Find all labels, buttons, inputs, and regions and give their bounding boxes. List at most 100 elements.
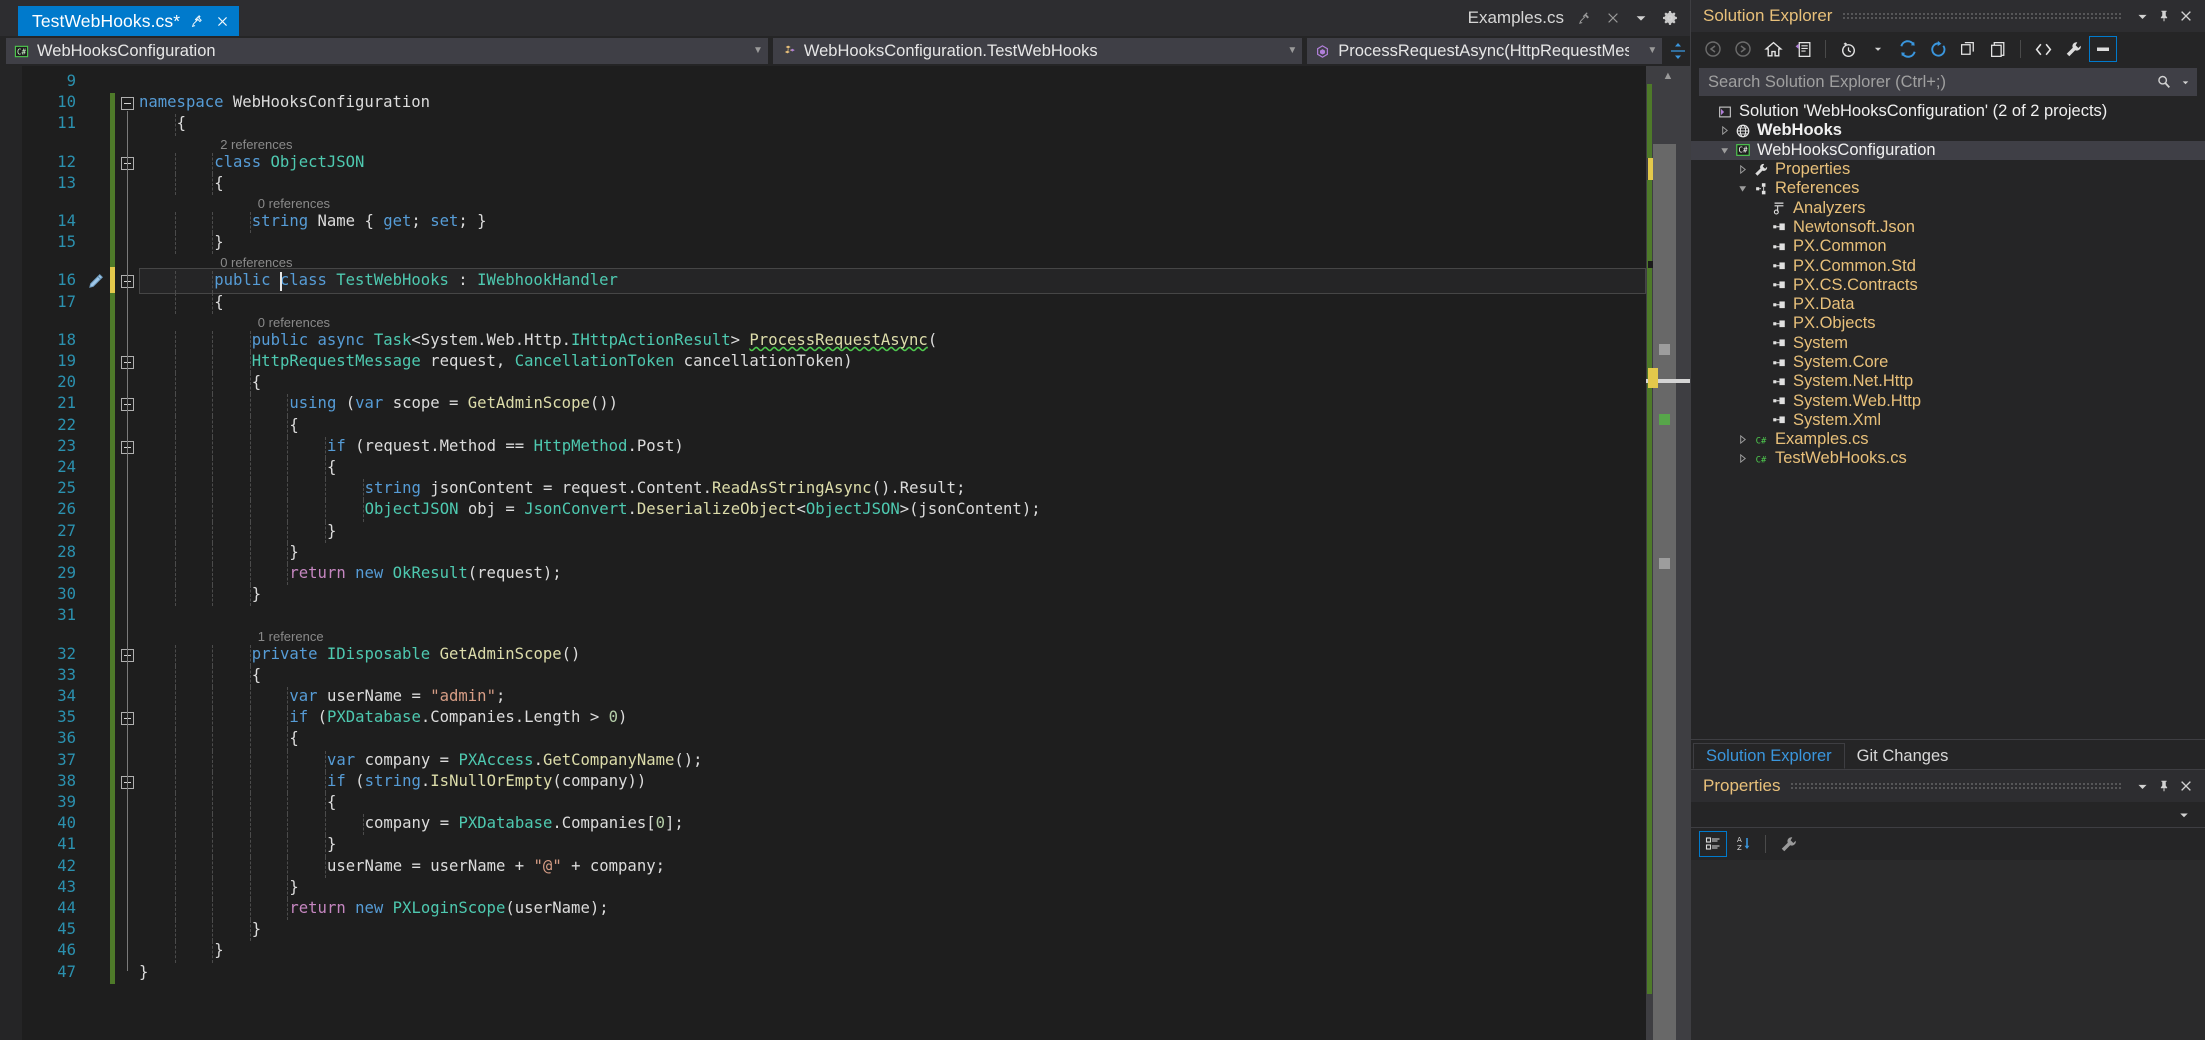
pin-icon[interactable] <box>2153 775 2175 797</box>
code-line[interactable]: { <box>289 416 298 434</box>
tree-item[interactable]: Solution 'WebHooksConfiguration' (2 of 2… <box>1691 102 2205 121</box>
code-line[interactable]: namespace WebHooksConfiguration <box>139 93 430 111</box>
drag-grip[interactable] <box>1790 782 2121 790</box>
code-line[interactable]: } <box>252 585 261 603</box>
tree-item[interactable]: C# TestWebHooks.cs <box>1691 449 2205 468</box>
code-line[interactable]: HttpRequestMessage request, Cancellation… <box>252 352 853 370</box>
code-line[interactable]: } <box>214 941 223 959</box>
properties-object-selector[interactable] <box>1691 802 2205 828</box>
tree-item[interactable]: C# WebHooksConfiguration <box>1691 140 2205 160</box>
code-line[interactable]: } <box>289 878 298 896</box>
home-icon[interactable] <box>1759 36 1787 62</box>
code-line[interactable]: } <box>139 963 148 981</box>
code-line[interactable]: if (request.Method == HttpMethod.Post) <box>327 437 684 455</box>
tree-item[interactable]: Newtonsoft.Json <box>1691 218 2205 237</box>
dropdown-icon[interactable] <box>2131 5 2153 27</box>
code-line[interactable]: private IDisposable GetAdminScope() <box>252 645 581 663</box>
expander-collapse-icon[interactable] <box>1733 184 1751 193</box>
code-line[interactable]: public class TestWebHooks : IWebhookHand… <box>214 271 618 289</box>
code-line[interactable]: string Name { get; set; } <box>252 212 487 230</box>
code-line[interactable]: var company = PXAccess.GetCompanyName(); <box>327 751 703 769</box>
alphabetical-icon[interactable]: AZ <box>1729 831 1757 857</box>
view-code-icon[interactable] <box>2029 36 2057 62</box>
properties-wrench-icon[interactable] <box>2059 36 2087 62</box>
code-folding-column[interactable] <box>117 66 139 1040</box>
editor-vertical-scrollbar[interactable]: ▲ <box>1646 66 1690 1040</box>
code-text-surface[interactable]: namespace WebHooksConfiguration {2 refere… <box>139 66 1646 1040</box>
pending-changes-icon[interactable] <box>1789 36 1817 62</box>
close-icon[interactable] <box>214 13 230 29</box>
code-line[interactable]: { <box>289 729 298 747</box>
code-line[interactable]: return new PXLoginScope(userName); <box>289 899 608 917</box>
glyph-margin[interactable] <box>84 66 110 1040</box>
code-line[interactable]: { <box>327 793 336 811</box>
tool-window-tab[interactable]: Solution Explorer <box>1693 743 1845 769</box>
collapse-all-icon[interactable] <box>1954 36 1982 62</box>
tree-item[interactable]: PX.CS.Contracts <box>1691 276 2205 295</box>
codelens-reference-count[interactable]: 0 references <box>220 255 292 270</box>
chevron-down-icon[interactable] <box>1634 11 1648 25</box>
expander-expand-icon[interactable] <box>1733 435 1751 445</box>
preview-selected-items-icon[interactable] <box>2089 36 2117 62</box>
split-view-icon[interactable] <box>1666 36 1690 66</box>
sync-with-active-document-icon[interactable] <box>1894 36 1922 62</box>
code-line[interactable]: { <box>327 458 336 476</box>
code-line[interactable]: company = PXDatabase.Companies[0]; <box>365 814 684 832</box>
codelens-reference-count[interactable]: 1 reference <box>258 629 324 644</box>
solution-tree[interactable]: Solution 'WebHooksConfiguration' (2 of 2… <box>1691 100 2205 739</box>
code-line[interactable]: } <box>327 522 336 540</box>
chevron-down-icon[interactable]: ▼ <box>743 46 763 56</box>
pin-icon[interactable] <box>1578 11 1592 25</box>
refresh-icon[interactable] <box>1924 36 1952 62</box>
show-all-files-icon[interactable] <box>1984 36 2012 62</box>
history-dropdown-icon[interactable] <box>1864 36 1892 62</box>
dropdown-icon[interactable] <box>2131 775 2153 797</box>
chevron-down-icon[interactable]: ▼ <box>1637 46 1657 56</box>
search-icon[interactable] <box>2150 69 2178 95</box>
property-pages-icon[interactable] <box>1774 831 1802 857</box>
view-history-icon[interactable] <box>1834 36 1862 62</box>
categorized-icon[interactable] <box>1699 831 1727 857</box>
tool-window-tab[interactable]: Git Changes <box>1845 743 1961 769</box>
codelens-reference-count[interactable]: 0 references <box>258 315 330 330</box>
codelens-reference-count[interactable]: 0 references <box>258 196 330 211</box>
expander-expand-icon[interactable] <box>1715 126 1733 136</box>
code-line[interactable]: if (string.IsNullOrEmpty(company)) <box>327 772 646 790</box>
code-line[interactable]: { <box>252 373 261 391</box>
tree-item[interactable]: System.Web.Http <box>1691 391 2205 410</box>
forward-icon[interactable] <box>1729 36 1757 62</box>
expander-expand-icon[interactable] <box>1733 165 1751 175</box>
close-icon[interactable] <box>2175 5 2197 27</box>
code-editor[interactable]: 9 10 11 12 13 14 15 16 17 18 19 20 21 22 23 24 25 26 27 28 2… <box>0 66 1690 1040</box>
chevron-down-icon[interactable] <box>2178 69 2192 95</box>
code-line[interactable]: { <box>214 293 223 311</box>
tree-item[interactable]: PX.Common.Std <box>1691 256 2205 275</box>
code-line[interactable]: string jsonContent = request.Content.Rea… <box>365 479 966 497</box>
scroll-up-icon[interactable]: ▲ <box>1663 70 1674 82</box>
code-line[interactable]: { <box>177 114 186 132</box>
close-icon[interactable] <box>2175 775 2197 797</box>
tree-item[interactable]: System.Net.Http <box>1691 372 2205 391</box>
search-input[interactable] <box>1708 72 2150 92</box>
code-line[interactable]: using (var scope = GetAdminScope()) <box>289 394 618 412</box>
tree-item[interactable]: Properties <box>1691 160 2205 179</box>
namespace-dropdown[interactable]: C# WebHooksConfiguration ▼ <box>6 38 768 64</box>
chevron-down-icon[interactable] <box>2173 804 2195 826</box>
expander-collapse-icon[interactable] <box>1715 146 1733 155</box>
class-dropdown[interactable]: WebHooksConfiguration.TestWebHooks ▼ <box>772 38 1303 64</box>
pin-icon[interactable] <box>189 13 205 29</box>
close-icon[interactable] <box>1606 11 1620 25</box>
solution-explorer-search[interactable] <box>1699 68 2197 96</box>
chevron-down-icon[interactable]: ▼ <box>1277 46 1297 56</box>
code-line[interactable]: } <box>327 835 336 853</box>
drag-grip[interactable] <box>1842 12 2121 20</box>
codelens-reference-count[interactable]: 2 references <box>220 137 292 152</box>
member-dropdown[interactable]: ProcessRequestAsync(HttpRequestMessage r… <box>1307 38 1663 64</box>
code-line[interactable]: } <box>252 920 261 938</box>
tree-item[interactable]: WebHooks <box>1691 121 2205 140</box>
properties-grid[interactable] <box>1691 860 2205 1040</box>
expander-expand-icon[interactable] <box>1733 454 1751 464</box>
tree-item[interactable]: System <box>1691 334 2205 353</box>
tree-item[interactable]: PX.Objects <box>1691 314 2205 333</box>
tree-item[interactable]: C# Examples.cs <box>1691 430 2205 449</box>
